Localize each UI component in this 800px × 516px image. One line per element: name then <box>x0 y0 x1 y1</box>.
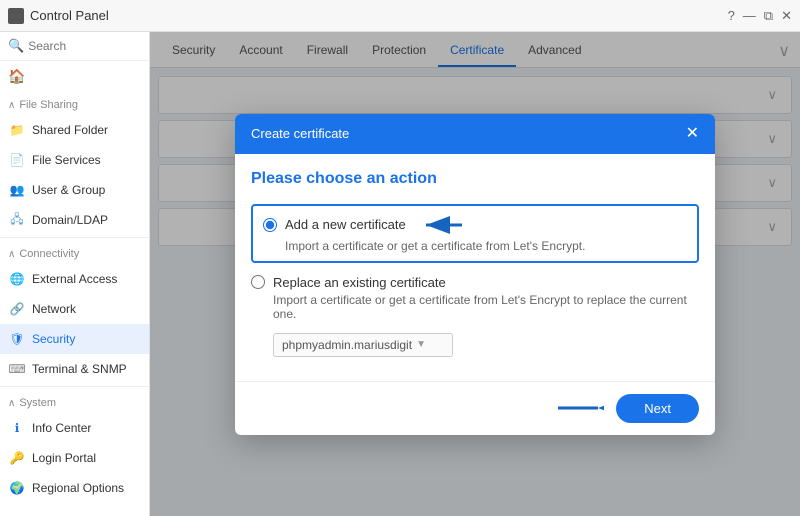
modal-body: Please choose an action Add a new certif… <box>235 154 715 381</box>
select-wrapper: phpmyadmin.mariusdigit ▼ <box>273 333 699 357</box>
info-icon: ℹ <box>8 419 26 437</box>
option-label-replace[interactable]: Replace an existing certificate <box>273 275 446 290</box>
section-label: System <box>19 397 56 409</box>
section-file-sharing: ∧ File Sharing <box>0 91 149 115</box>
left-arrow-svg <box>422 214 466 236</box>
sidebar-item-user-group[interactable]: 👥 User & Group <box>0 175 149 205</box>
option-desc-add-new: Import a certificate or get a certificat… <box>285 239 687 253</box>
terminal-icon: ⌨ <box>8 360 26 378</box>
app-icon <box>8 8 24 24</box>
help-button[interactable]: ? <box>728 8 735 23</box>
option-label-add-new[interactable]: Add a new certificate <box>285 217 406 232</box>
sidebar-item-home[interactable]: 🏠 <box>0 61 149 91</box>
login-icon: 🔑 <box>8 449 26 467</box>
modal-overlay: Create certificate ✕ Please choose an ac… <box>150 32 800 516</box>
sidebar-item-label: User & Group <box>32 183 105 197</box>
option-row-add-new: Add a new certificate <box>263 214 687 236</box>
modal-heading: Please choose an action <box>251 170 699 188</box>
sidebar-item-label: Info Center <box>32 421 91 435</box>
window-controls[interactable]: ? — ⧉ ✕ <box>728 8 792 24</box>
content-area: Security Account Firewall Protection Cer… <box>150 32 800 516</box>
minimize-button[interactable]: — <box>743 8 756 23</box>
select-value: phpmyadmin.mariusdigit <box>282 338 412 352</box>
arrow-annotation-2 <box>554 397 604 419</box>
sidebar-item-label: Terminal & SNMP <box>32 362 127 376</box>
sidebar-item-file-services[interactable]: 📄 File Services <box>0 145 149 175</box>
sidebar: 🔍 🏠 ∧ File Sharing 📁 Shared Folder 📄 Fil… <box>0 32 150 516</box>
search-input[interactable] <box>28 39 141 53</box>
section-caret: ∧ <box>8 249 15 260</box>
sidebar-item-label: Domain/LDAP <box>32 213 108 227</box>
globe-icon: 🌐 <box>8 270 26 288</box>
next-button[interactable]: Next <box>616 394 699 423</box>
section-label: Connectivity <box>19 248 79 260</box>
section-system: ∧ System <box>0 389 149 413</box>
home-icon: 🏠 <box>8 67 26 85</box>
modal-title: Create certificate <box>251 126 349 141</box>
shield-icon: 🛡 <box>8 330 26 348</box>
close-button[interactable]: ✕ <box>781 8 792 24</box>
sidebar-item-label: External Access <box>32 272 117 286</box>
section-caret: ∧ <box>8 398 15 409</box>
radio-add-new[interactable] <box>263 218 277 232</box>
certificate-select[interactable]: phpmyadmin.mariusdigit ▼ <box>273 333 453 357</box>
sidebar-item-regional-options[interactable]: 🌍 Regional Options <box>0 473 149 503</box>
app-title: Control Panel <box>30 8 109 23</box>
network-icon: 🔗 <box>8 300 26 318</box>
maximize-button[interactable]: ⧉ <box>764 8 773 24</box>
sidebar-item-label: Network <box>32 302 76 316</box>
sidebar-item-info-center[interactable]: ℹ Info Center <box>0 413 149 443</box>
sidebar-item-network[interactable]: 🔗 Network <box>0 294 149 324</box>
section-connectivity: ∧ Connectivity <box>0 240 149 264</box>
title-bar: Control Panel ? — ⧉ ✕ <box>0 0 800 32</box>
modal-footer: Next <box>235 381 715 435</box>
file-services-icon: 📄 <box>8 151 26 169</box>
option-block-replace: Replace an existing certificate Import a… <box>251 275 699 321</box>
regional-icon: 🌍 <box>8 479 26 497</box>
option-block-add-new: Add a new certificate <box>251 204 699 263</box>
option-row-replace: Replace an existing certificate <box>251 275 699 290</box>
search-icon: 🔍 <box>8 38 24 54</box>
domain-icon: 🖧 <box>8 211 26 229</box>
sidebar-item-label: Shared Folder <box>32 123 108 137</box>
right-arrow-svg <box>554 397 604 419</box>
folder-icon: 📁 <box>8 121 26 139</box>
radio-replace-existing[interactable] <box>251 275 265 289</box>
section-label: File Sharing <box>19 99 78 111</box>
sidebar-item-domain-ldap[interactable]: 🖧 Domain/LDAP <box>0 205 149 235</box>
modal-header: Create certificate ✕ <box>235 114 715 154</box>
sidebar-item-label: Security <box>32 332 75 346</box>
search-bar[interactable]: 🔍 <box>0 32 149 61</box>
sidebar-divider <box>0 237 149 238</box>
sidebar-item-label: File Services <box>32 153 101 167</box>
sidebar-item-terminal-snmp[interactable]: ⌨ Terminal & SNMP <box>0 354 149 384</box>
sidebar-item-login-portal[interactable]: 🔑 Login Portal <box>0 443 149 473</box>
select-chevron-icon: ▼ <box>416 339 426 350</box>
sidebar-divider-2 <box>0 386 149 387</box>
group-icon: 👥 <box>8 181 26 199</box>
option-desc-replace: Import a certificate or get a certificat… <box>273 293 699 321</box>
modal-close-button[interactable]: ✕ <box>686 126 699 142</box>
sidebar-item-label: Regional Options <box>32 481 124 495</box>
arrow-annotation-1 <box>422 214 466 236</box>
section-caret: ∧ <box>8 100 15 111</box>
app-body: 🔍 🏠 ∧ File Sharing 📁 Shared Folder 📄 Fil… <box>0 32 800 516</box>
sidebar-item-label: Login Portal <box>32 451 96 465</box>
sidebar-item-shared-folder[interactable]: 📁 Shared Folder <box>0 115 149 145</box>
sidebar-item-security[interactable]: 🛡 Security <box>0 324 149 354</box>
sidebar-item-external-access[interactable]: 🌐 External Access <box>0 264 149 294</box>
modal-create-certificate: Create certificate ✕ Please choose an ac… <box>235 114 715 435</box>
